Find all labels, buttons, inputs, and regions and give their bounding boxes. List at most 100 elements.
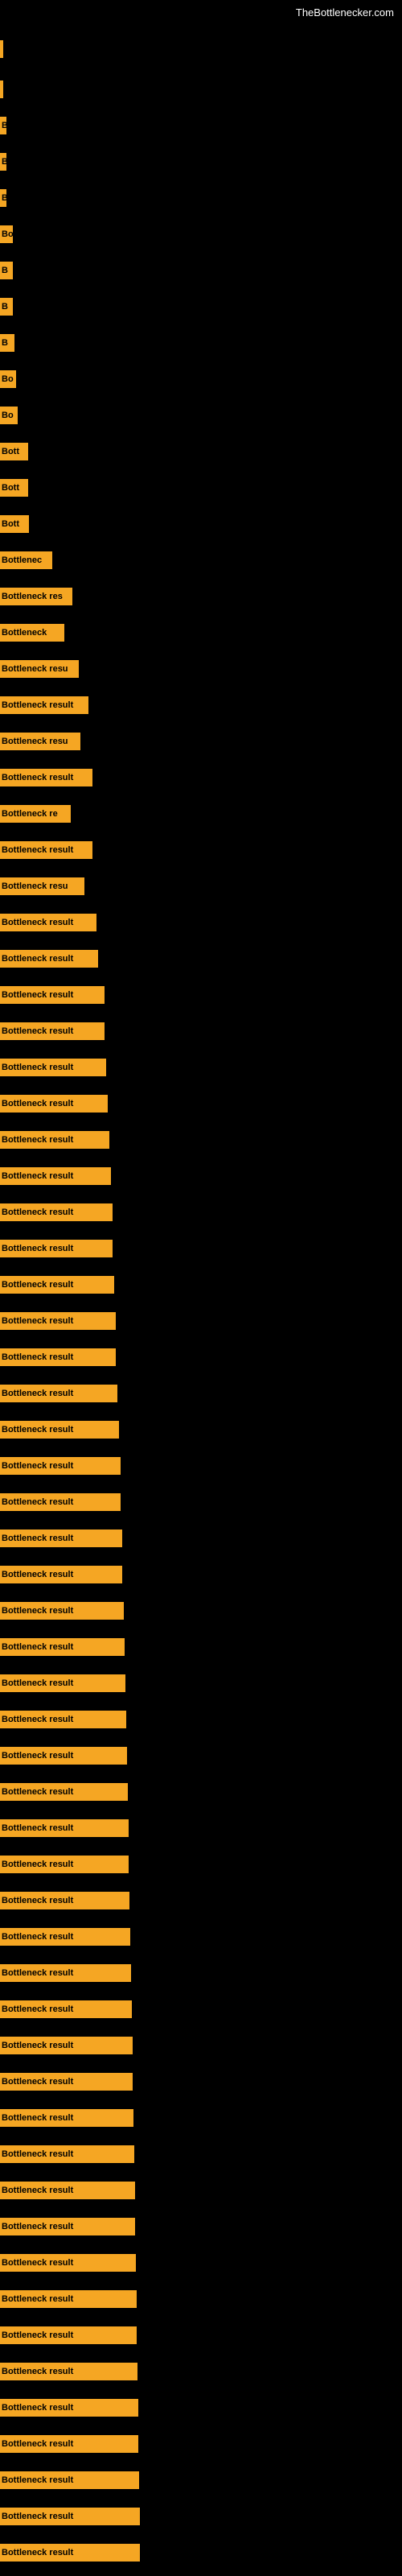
bar-item bbox=[0, 80, 3, 98]
bar-label: Bottleneck result bbox=[0, 1711, 126, 1728]
bar-item: Bottleneck result bbox=[0, 1964, 131, 1982]
bar-label: B bbox=[0, 117, 6, 134]
bar-label: Bottleneck resu bbox=[0, 660, 79, 678]
bar-item: Bottleneck result bbox=[0, 769, 92, 786]
bar-item: B bbox=[0, 153, 6, 171]
bar-label: Bottleneck result bbox=[0, 1892, 129, 1909]
bar-item: Bottleneck result bbox=[0, 1638, 125, 1656]
bar-label: B bbox=[0, 189, 6, 207]
bar-item: Bottleneck re bbox=[0, 805, 71, 823]
bar-item: Bott bbox=[0, 479, 28, 497]
bar-item: B bbox=[0, 298, 13, 316]
bar-label: Bottleneck result bbox=[0, 2073, 133, 2091]
bar-label: Bottleneck result bbox=[0, 2109, 133, 2127]
bar-item: Bottlenec bbox=[0, 551, 52, 569]
bar-item: Bottleneck result bbox=[0, 1530, 122, 1547]
bar-item: Bottleneck result bbox=[0, 1240, 113, 1257]
bar-label: Bottleneck result bbox=[0, 1747, 127, 1765]
bar-item: Bottleneck result bbox=[0, 1566, 122, 1583]
bar-label: Bo bbox=[0, 407, 18, 424]
bar-item: Bottleneck result bbox=[0, 950, 98, 968]
bar-label: Bottleneck re bbox=[0, 805, 71, 823]
bar-item: B bbox=[0, 117, 6, 134]
bar-item: Bottleneck bbox=[0, 624, 64, 642]
bar-label: Bottleneck result bbox=[0, 1131, 109, 1149]
bar-label: Bottleneck result bbox=[0, 1819, 129, 1837]
bar-label: Bottleneck result bbox=[0, 1602, 124, 1620]
bar-item: Bottleneck result bbox=[0, 2326, 137, 2344]
bar-label: Bott bbox=[0, 515, 29, 533]
bar-label: B bbox=[0, 153, 6, 171]
bar-label: Bottleneck result bbox=[0, 1059, 106, 1076]
bar-label: Bottleneck bbox=[0, 624, 64, 642]
bar-item: Bottleneck result bbox=[0, 1674, 125, 1692]
bar-item: Bottleneck result bbox=[0, 1022, 105, 1040]
bar-item: Bottleneck result bbox=[0, 696, 88, 714]
bar-item: Bottleneck result bbox=[0, 2290, 137, 2308]
bar-label: Bottleneck result bbox=[0, 1203, 113, 1221]
bar-item: Bottleneck result bbox=[0, 1856, 129, 1873]
bar-label: Bottleneck result bbox=[0, 1167, 111, 1185]
bar-item: Bottleneck result bbox=[0, 2073, 133, 2091]
bar-item: Bottleneck result bbox=[0, 1276, 114, 1294]
bar-label: Bottleneck result bbox=[0, 986, 105, 1004]
bar-item: Bottleneck result bbox=[0, 1602, 124, 1620]
bar-label: Bottleneck result bbox=[0, 2326, 137, 2344]
bar-label: Bottleneck result bbox=[0, 696, 88, 714]
bar-label: Bottleneck result bbox=[0, 2471, 139, 2489]
bar-item: Bo bbox=[0, 370, 16, 388]
bar-label: Bottleneck result bbox=[0, 1095, 108, 1113]
bar-label: Bottleneck result bbox=[0, 2037, 133, 2054]
bar-item: Bottleneck result bbox=[0, 1493, 121, 1511]
bar-label: Bottleneck result bbox=[0, 769, 92, 786]
bar-item: Bottleneck result bbox=[0, 2145, 134, 2163]
bar-item: Bottleneck result bbox=[0, 841, 92, 859]
bar-label: Bottleneck resu bbox=[0, 877, 84, 895]
bar-item: Bo bbox=[0, 407, 18, 424]
bar-item: Bottleneck result bbox=[0, 2544, 140, 2562]
bar-label: Bottlenec bbox=[0, 551, 52, 569]
bar-label: Bottleneck result bbox=[0, 2363, 137, 2380]
bar-label: Bottleneck result bbox=[0, 2182, 135, 2199]
bar-item: Bottleneck result bbox=[0, 1711, 126, 1728]
bar-item: Bottleneck result bbox=[0, 1928, 130, 1946]
bar-label: Bottleneck result bbox=[0, 1385, 117, 1402]
bar-item: Bottleneck result bbox=[0, 1131, 109, 1149]
bar-label: Bo bbox=[0, 370, 16, 388]
bar-label bbox=[0, 80, 3, 98]
bar-label: Bottleneck result bbox=[0, 2145, 134, 2163]
bar-item: Bott bbox=[0, 443, 28, 460]
bar-item: Bottleneck result bbox=[0, 1348, 116, 1366]
bar-item: Bottleneck result bbox=[0, 2363, 137, 2380]
bar-label: Bottleneck result bbox=[0, 1530, 122, 1547]
bar-label bbox=[0, 40, 3, 58]
bar-label: Bott bbox=[0, 443, 28, 460]
bar-label: Bottleneck result bbox=[0, 2435, 138, 2453]
bar-label: Bottleneck result bbox=[0, 1638, 125, 1656]
bar-item: B bbox=[0, 189, 6, 207]
bar-item: Bottleneck result bbox=[0, 2000, 132, 2018]
bar-item: Bottleneck result bbox=[0, 2399, 138, 2417]
bar-item bbox=[0, 40, 3, 58]
bar-item: Bottleneck res bbox=[0, 588, 72, 605]
bar-item: Bottleneck resu bbox=[0, 660, 79, 678]
bar-label: Bottleneck result bbox=[0, 1276, 114, 1294]
bar-item: Bottleneck result bbox=[0, 1819, 129, 1837]
bar-label: Bottleneck result bbox=[0, 1856, 129, 1873]
bar-item: Bottleneck result bbox=[0, 1167, 111, 1185]
bar-label: Bottleneck result bbox=[0, 2254, 136, 2272]
bar-item: Bottleneck result bbox=[0, 986, 105, 1004]
bar-label: B bbox=[0, 298, 13, 316]
bar-label: B bbox=[0, 334, 14, 352]
bar-item: Bottleneck result bbox=[0, 1747, 127, 1765]
bar-label: Bo bbox=[0, 225, 13, 243]
bar-label: Bottleneck resu bbox=[0, 733, 80, 750]
bar-label: Bottleneck result bbox=[0, 2290, 137, 2308]
bar-item: Bottleneck result bbox=[0, 2182, 135, 2199]
bar-label: Bottleneck result bbox=[0, 1964, 131, 1982]
bar-label: B bbox=[0, 262, 13, 279]
bar-item: Bottleneck result bbox=[0, 914, 96, 931]
bar-label: Bottleneck result bbox=[0, 2218, 135, 2235]
bar-label: Bottleneck result bbox=[0, 2544, 140, 2562]
bar-label: Bottleneck result bbox=[0, 1240, 113, 1257]
